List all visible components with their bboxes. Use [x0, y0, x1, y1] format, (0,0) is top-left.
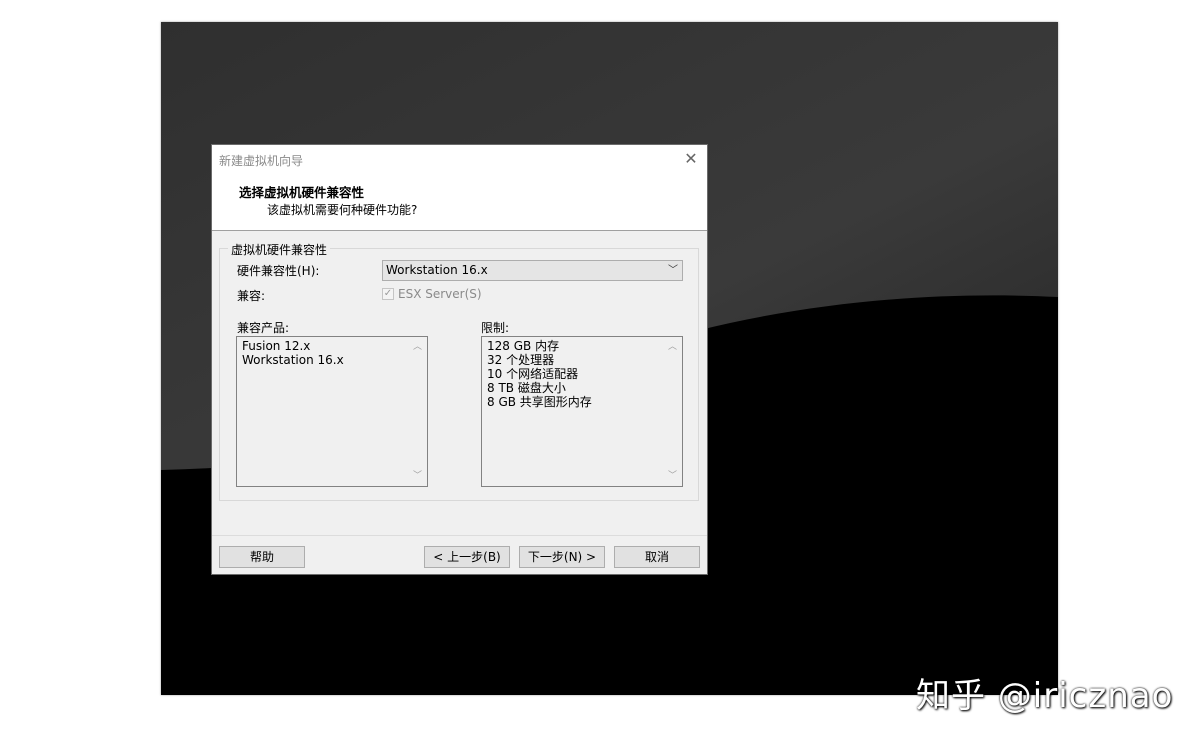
- new-vm-wizard-dialog: 新建虚拟机向导 ✕ 选择虚拟机硬件兼容性 该虚拟机需要何种硬件功能? 虚拟机硬件…: [211, 144, 708, 575]
- scroll-up-icon[interactable]: ︿: [409, 340, 426, 354]
- list-item: 8 TB 磁盘大小: [487, 381, 677, 395]
- next-button[interactable]: 下一步(N) >: [519, 546, 605, 568]
- watermark-text: 知乎 @iricznao: [916, 668, 1173, 717]
- scrollbar[interactable]: ︿ ﹀: [409, 338, 426, 485]
- scrollbar[interactable]: ︿ ﹀: [664, 338, 681, 485]
- hw-compat-label: 硬件兼容性(H):: [237, 262, 319, 279]
- wizard-header: 新建虚拟机向导 ✕ 选择虚拟机硬件兼容性 该虚拟机需要何种硬件功能?: [212, 145, 707, 231]
- esx-checkbox-label: ESX Server(S): [398, 287, 482, 301]
- scroll-down-icon[interactable]: ﹀: [664, 469, 681, 483]
- back-button[interactable]: < 上一步(B): [424, 546, 510, 568]
- scroll-up-icon[interactable]: ︿: [664, 340, 681, 354]
- limits-list[interactable]: 128 GB 内存 32 个处理器 10 个网络适配器 8 TB 磁盘大小 8 …: [481, 336, 683, 487]
- scroll-down-icon[interactable]: ﹀: [409, 469, 426, 483]
- page-subheading: 该虚拟机需要何种硬件功能?: [267, 201, 417, 218]
- cancel-button[interactable]: 取消: [614, 546, 700, 568]
- compat-products-list[interactable]: Fusion 12.x Workstation 16.x ︿ ﹀: [236, 336, 428, 487]
- limits-label: 限制:: [481, 319, 509, 336]
- esx-checkbox[interactable]: ✓: [382, 288, 394, 300]
- window-title: 新建虚拟机向导: [219, 152, 303, 169]
- close-icon[interactable]: ✕: [681, 149, 701, 169]
- group-title: 虚拟机硬件兼容性: [228, 241, 330, 258]
- chevron-down-icon: ﹀: [668, 261, 678, 280]
- help-button[interactable]: 帮助: [219, 546, 305, 568]
- page-heading: 选择虚拟机硬件兼容性: [239, 182, 364, 201]
- list-item: Fusion 12.x: [242, 339, 422, 353]
- hw-compat-value: Workstation 16.x: [386, 263, 488, 277]
- list-item: 8 GB 共享图形内存: [487, 395, 677, 409]
- compat-products-label: 兼容产品:: [237, 319, 289, 336]
- list-item: 10 个网络适配器: [487, 367, 677, 381]
- esx-checkbox-row[interactable]: ✓ ESX Server(S): [382, 287, 482, 301]
- hw-compat-select[interactable]: Workstation 16.x ﹀: [382, 260, 683, 281]
- list-item: 128 GB 内存: [487, 339, 677, 353]
- list-item: 32 个处理器: [487, 353, 677, 367]
- footer-divider: [212, 535, 707, 536]
- compat-label: 兼容:: [237, 287, 265, 304]
- list-item: Workstation 16.x: [242, 353, 422, 367]
